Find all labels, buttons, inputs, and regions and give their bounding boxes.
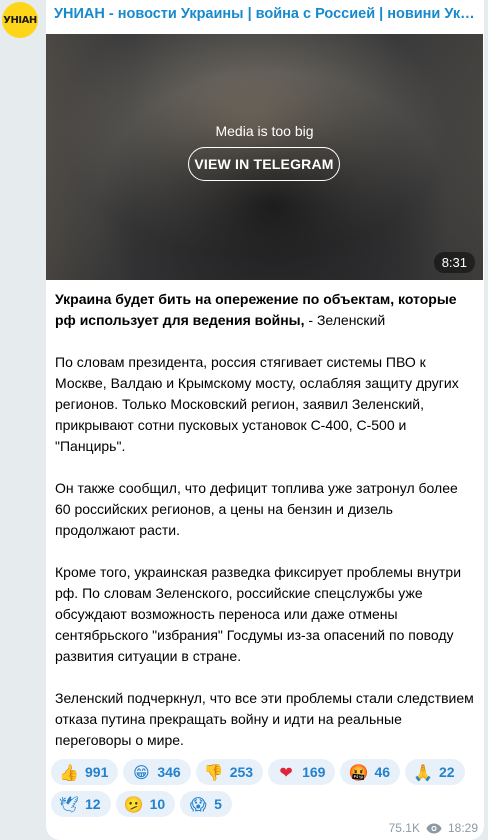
post-paragraph: Он также сообщил, что дефицит топлива уж…: [55, 480, 458, 538]
thumbs-down-icon: 👎: [203, 762, 224, 782]
reaction-count: 253: [229, 764, 254, 780]
post-paragraph: По словам президента, россия стягивает с…: [55, 354, 459, 454]
screaming-face-icon: 😱: [189, 794, 207, 814]
reaction-count: 5: [214, 796, 222, 812]
reaction-dove[interactable]: 🕊 12: [51, 791, 111, 817]
reaction-count: 346: [157, 764, 181, 780]
dove-icon: 🕊: [58, 794, 80, 814]
post-paragraph: Зеленский подчеркнул, что все эти пробле…: [55, 690, 474, 748]
reactions-bar: 👍 991 😁 346 👎 253 ❤ 169 🤬 46 🙏 22 🕊 12 🫤…: [51, 759, 481, 817]
reaction-count: 12: [85, 796, 101, 812]
reaction-grinning[interactable]: 😁 346: [123, 759, 191, 785]
post-headline-bold: Украина будет бить на опережение по объе…: [55, 291, 457, 328]
reaction-count: 991: [85, 764, 109, 780]
reaction-screaming[interactable]: 😱 5: [180, 791, 232, 817]
message-meta: 75.1K 18:29: [389, 821, 478, 835]
message-time: 18:29: [447, 821, 478, 835]
media-too-big-message: Media is too big: [215, 123, 314, 139]
reaction-count: 10: [149, 796, 166, 812]
reaction-angry[interactable]: 🤬 46: [340, 759, 401, 785]
post-headline-attribution: - Зеленский: [304, 312, 386, 328]
reaction-count: 169: [302, 764, 326, 780]
confused-face-icon: 🫤: [123, 794, 144, 814]
channel-avatar[interactable]: УНІАН: [2, 2, 38, 38]
avatar-logo-text: УНІАН: [3, 14, 37, 26]
post-paragraph: Кроме того, украинская разведка фиксируе…: [55, 564, 462, 664]
angry-face-icon: 🤬: [348, 762, 369, 782]
post-headline: Украина будет бить на опережение по объе…: [55, 289, 475, 331]
thumbs-up-icon: 👍: [59, 762, 79, 782]
view-count: 75.1K: [388, 821, 420, 835]
reaction-folded-hands[interactable]: 🙏 22: [405, 759, 465, 785]
eye-icon: [426, 823, 442, 833]
reaction-count: 46: [374, 764, 391, 780]
reaction-thumbs-down[interactable]: 👎 253: [195, 759, 264, 785]
post-text: Украина будет бить на опережение по объе…: [55, 289, 475, 751]
video-preview[interactable]: Media is too big VIEW IN TELEGRAM 8:31: [46, 34, 483, 280]
reaction-count: 22: [439, 764, 455, 780]
reaction-heart[interactable]: ❤ 169: [268, 759, 336, 785]
folded-hands-icon: 🙏: [413, 762, 433, 782]
view-in-telegram-button[interactable]: VIEW IN TELEGRAM: [188, 147, 340, 181]
video-duration-badge: 8:31: [433, 252, 475, 273]
grinning-face-icon: 😁: [133, 762, 150, 782]
red-heart-icon: ❤: [279, 762, 293, 782]
reaction-confused[interactable]: 🫤 10: [115, 791, 176, 817]
reaction-thumbs-up[interactable]: 👍 991: [51, 759, 119, 785]
channel-title[interactable]: УНИАН - новости Украины | война с Россие…: [54, 6, 478, 22]
